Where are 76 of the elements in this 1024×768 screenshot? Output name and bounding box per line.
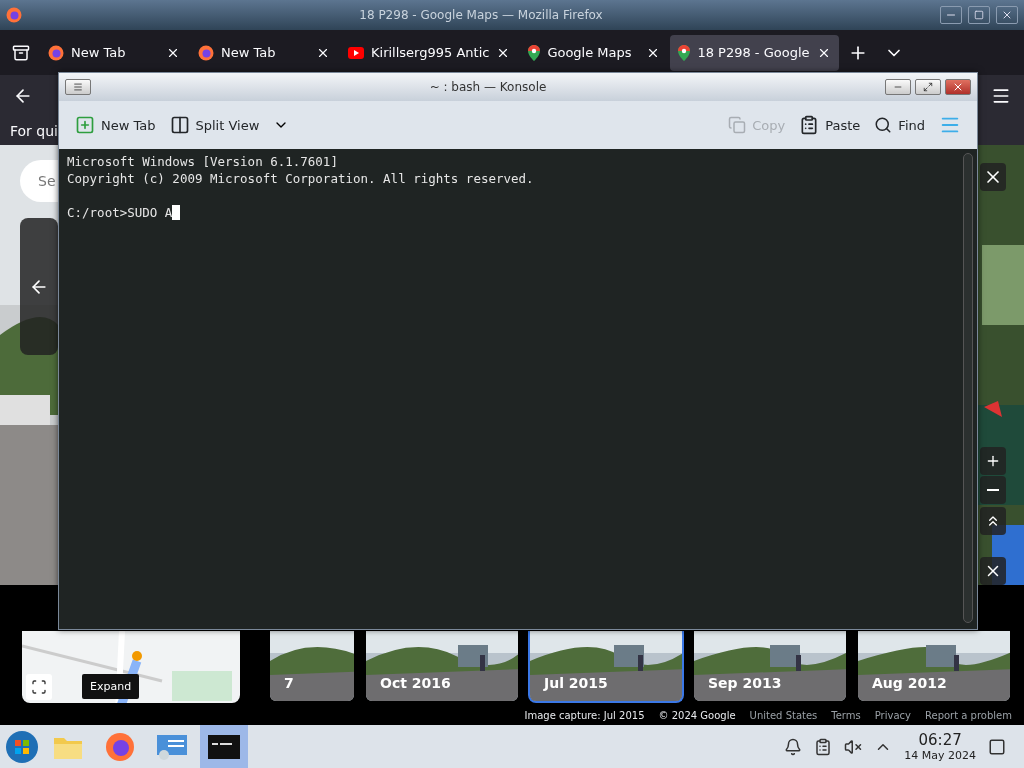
browser-tab[interactable]: Google Maps xyxy=(520,34,669,71)
browser-tab[interactable]: New Tab xyxy=(190,34,338,71)
maximize-button[interactable] xyxy=(968,6,990,24)
taskbar-app[interactable] xyxy=(200,725,248,768)
browser-tab[interactable]: Kirillserg995 Antic xyxy=(340,34,519,71)
firefox-icon xyxy=(198,44,214,61)
date-thumbnail[interactable]: Aug 2012 xyxy=(856,631,1012,703)
close-icon xyxy=(952,81,964,93)
split-view-icon xyxy=(169,115,190,135)
bell-icon[interactable] xyxy=(784,737,803,756)
minimize-button[interactable] xyxy=(940,6,962,24)
footer-link[interactable]: Privacy xyxy=(874,709,911,721)
terminal-prompt[interactable]: C:/root>SUDO A xyxy=(67,204,963,221)
copy-icon xyxy=(728,116,747,134)
close-icon xyxy=(1001,9,1013,21)
tooltip: Expand xyxy=(82,674,140,699)
maximize-button[interactable] xyxy=(915,79,941,95)
terminal-icon xyxy=(208,734,240,759)
footer-link[interactable]: Terms xyxy=(831,709,861,721)
date-thumbnail[interactable]: Jul 2015 xyxy=(528,631,684,703)
firefox-icon xyxy=(105,731,135,762)
window-menu-button[interactable] xyxy=(65,79,91,95)
minimize-button[interactable] xyxy=(885,79,911,95)
firefox-icon xyxy=(6,7,22,23)
search-icon xyxy=(874,116,893,134)
footer-text: Image capture: Jul 2015 xyxy=(524,709,645,721)
zoom-out-button[interactable] xyxy=(980,476,1006,504)
maximize-icon xyxy=(923,82,933,92)
toolbar-button[interactable]: Paste xyxy=(799,115,861,135)
firefox-icon xyxy=(48,44,64,61)
notice-text: For qui xyxy=(10,123,58,139)
collapse-button[interactable] xyxy=(980,507,1006,535)
browser-tab[interactable]: 18 P298 - Google xyxy=(670,34,839,71)
mute-icon[interactable] xyxy=(844,737,863,756)
window-title: ~ : bash — Konsole xyxy=(428,80,548,94)
toolbar-button[interactable]: Find xyxy=(874,116,925,134)
map-pin-icon xyxy=(528,44,541,61)
expand-icon xyxy=(31,679,47,695)
play-icon xyxy=(348,46,364,59)
plus-icon xyxy=(985,453,1001,469)
maximize-icon xyxy=(974,10,984,20)
toolbar-button[interactable]: New Tab xyxy=(75,115,156,135)
terminal-line: Copyright (c) 2009 Microsoft Corporation. All rights reserved. xyxy=(67,170,535,187)
window-title: 18 P298 - Google Maps — Mozilla Firefox xyxy=(358,8,604,22)
new-tab-icon xyxy=(75,115,95,135)
close-button[interactable] xyxy=(980,557,1006,585)
start-button[interactable] xyxy=(4,728,40,765)
minus-icon xyxy=(987,489,999,491)
zoom-in-button[interactable] xyxy=(980,447,1006,475)
back-panel[interactable] xyxy=(20,218,58,355)
clock[interactable]: 06:27 14 May 2024 xyxy=(904,731,976,762)
browser-tab[interactable]: New Tab xyxy=(40,34,188,71)
date-thumbnail[interactable]: Oct 2016 xyxy=(364,631,520,703)
show-desktop-icon[interactable] xyxy=(988,737,1006,756)
expand-button[interactable] xyxy=(26,674,52,700)
close-button[interactable] xyxy=(980,163,1006,191)
close-button[interactable] xyxy=(945,79,971,95)
menu-icon xyxy=(73,82,83,92)
cursor xyxy=(172,205,181,220)
menu-icon xyxy=(991,86,1011,106)
date-thumbnail[interactable]: 7 xyxy=(268,631,356,703)
clipboard-icon[interactable] xyxy=(814,737,833,756)
footer-link[interactable]: Report a problem xyxy=(925,709,1012,721)
scrollbar[interactable] xyxy=(963,153,973,623)
box-icon xyxy=(12,43,30,62)
monitor-icon xyxy=(156,732,188,761)
toolbar-button[interactable]: Split View xyxy=(169,115,260,135)
footer-text: © 2024 Google xyxy=(658,709,736,721)
terminal-line: Microsoft Windows [Version 6.1.7601] xyxy=(67,153,339,170)
paste-icon xyxy=(799,115,820,135)
footer-link[interactable]: United States xyxy=(749,709,818,721)
close-button[interactable] xyxy=(996,6,1018,24)
time-text: 06:27 xyxy=(918,731,962,749)
date-thumbnail[interactable]: Sep 2013 xyxy=(692,631,848,703)
map-pin-icon xyxy=(678,44,691,61)
date-text: 14 May 2024 xyxy=(904,749,976,762)
